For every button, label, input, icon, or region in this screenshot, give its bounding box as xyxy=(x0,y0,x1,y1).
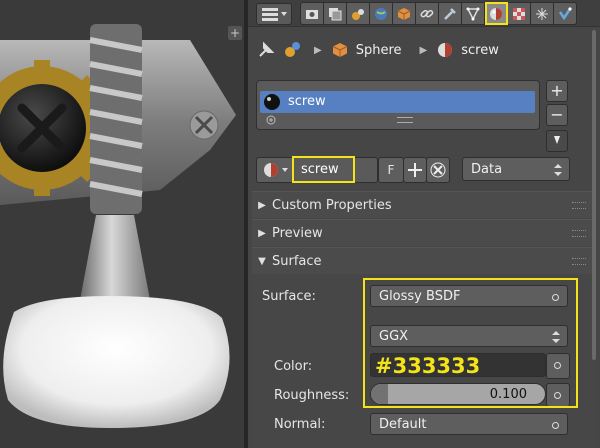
knob xyxy=(3,296,230,428)
material-slot-name: screw xyxy=(288,94,326,109)
world-tab[interactable] xyxy=(370,2,393,25)
updown-arrows-icon xyxy=(554,164,562,176)
material-slot-list[interactable]: screw xyxy=(256,80,540,130)
material-sphere-icon xyxy=(264,94,280,110)
pin-icon[interactable] xyxy=(256,40,276,60)
modifiers-tab[interactable] xyxy=(439,2,462,25)
chevron-down-icon xyxy=(554,136,560,144)
panel-preview[interactable]: ▶ Preview xyxy=(252,219,596,246)
world-icon xyxy=(375,7,387,20)
scene-icon xyxy=(352,8,364,20)
texture-icon xyxy=(513,7,525,20)
browse-material-button[interactable] xyxy=(256,157,294,183)
breadcrumb-separator: ▶ xyxy=(314,44,322,56)
panel-grip-icon[interactable] xyxy=(572,230,586,237)
render-icon xyxy=(306,9,318,19)
remove-slot-button[interactable]: − xyxy=(546,104,568,126)
particles-tab[interactable] xyxy=(531,2,554,25)
scene-icon xyxy=(285,42,300,57)
panel-title: Preview xyxy=(272,225,323,241)
constraints-icon xyxy=(420,9,434,17)
data-tab[interactable] xyxy=(462,2,485,25)
properties-header xyxy=(248,0,600,27)
object-tab[interactable] xyxy=(393,2,416,25)
new-material-button[interactable] xyxy=(403,157,427,183)
viewport-render xyxy=(0,24,236,428)
list-filter-icon[interactable] xyxy=(265,114,277,126)
texture-tab[interactable] xyxy=(508,2,531,25)
roughness-label: Roughness: xyxy=(274,388,350,403)
collapsed-triangle-icon: ▶ xyxy=(258,199,266,211)
link-value: Data xyxy=(471,162,503,177)
panel-title: Custom Properties xyxy=(272,197,392,213)
context-tabs xyxy=(300,2,577,25)
render-layers-tab[interactable] xyxy=(324,2,347,25)
editor-type-button[interactable] xyxy=(256,3,292,25)
material-icon xyxy=(490,7,502,20)
add-slot-button[interactable]: + xyxy=(546,80,568,102)
breadcrumb: ▶ Sphere ▶ screw xyxy=(248,36,600,64)
collapsed-triangle-icon: ▶ xyxy=(258,227,266,239)
surface-label: Surface: xyxy=(262,289,316,304)
breadcrumb-separator: ▶ xyxy=(419,44,428,56)
list-resize-handle[interactable] xyxy=(397,117,413,123)
expanded-triangle-icon: ▼ xyxy=(258,255,266,267)
material-icon xyxy=(438,43,453,57)
object-icon xyxy=(397,7,411,20)
breadcrumb-material: screw xyxy=(461,42,499,58)
panel-surface[interactable]: ▼ Surface xyxy=(252,247,596,274)
physics-icon xyxy=(558,6,572,20)
normal-label: Normal: xyxy=(274,417,326,432)
modifiers-icon xyxy=(444,7,456,20)
data-icon xyxy=(466,7,480,21)
render-tab[interactable] xyxy=(300,2,324,25)
panel-title: Surface xyxy=(272,253,322,269)
panel-grip-icon[interactable] xyxy=(572,258,586,265)
constraints-tab[interactable] xyxy=(416,2,439,25)
normal-value: Default xyxy=(379,417,427,432)
material-tab[interactable] xyxy=(485,2,508,25)
viewport-add-icon[interactable]: + xyxy=(228,26,242,40)
3d-viewport[interactable]: + xyxy=(0,0,244,448)
panel-custom-properties[interactable]: ▶ Custom Properties xyxy=(252,191,596,218)
color-label: Color: xyxy=(274,359,313,374)
normal-dropdown[interactable]: Default xyxy=(370,413,568,435)
shaft xyxy=(80,215,150,300)
material-icon xyxy=(264,163,288,177)
breadcrumb-object: Sphere xyxy=(355,42,402,58)
fake-user-button[interactable]: F xyxy=(378,157,404,183)
plus-icon xyxy=(408,163,422,177)
highlight-box xyxy=(292,156,355,183)
node-socket-icon xyxy=(552,422,559,429)
properties-editor: ▶ Sphere ▶ screw screw + − screw F Data xyxy=(248,0,600,448)
unlink-material-button[interactable] xyxy=(426,157,450,183)
particles-icon xyxy=(536,7,548,20)
scene-tab[interactable] xyxy=(347,2,370,25)
link-dropdown[interactable]: Data xyxy=(462,157,570,181)
physics-tab[interactable] xyxy=(554,2,577,25)
render-layers-icon xyxy=(329,7,342,20)
properties-editor-icon xyxy=(262,8,287,21)
list-item[interactable]: screw xyxy=(260,91,535,113)
highlight-box xyxy=(363,278,578,408)
close-icon xyxy=(430,162,446,178)
properties-scrollbar[interactable] xyxy=(592,30,596,360)
panel-grip-icon[interactable] xyxy=(572,202,586,209)
object-icon xyxy=(332,43,347,57)
slot-specials-button[interactable] xyxy=(546,130,568,152)
